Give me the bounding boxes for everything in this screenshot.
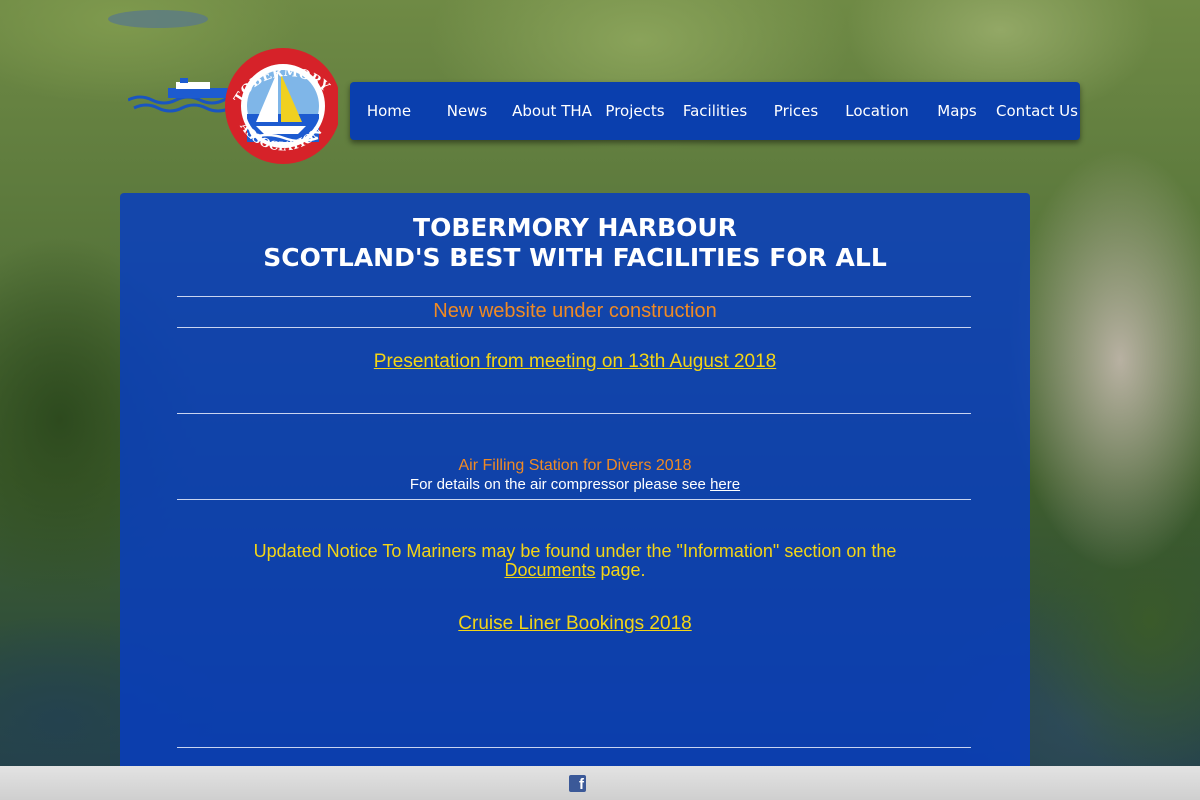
page-title-line-1: TOBERMORY HARBOUR <box>413 213 737 242</box>
mariners-text-1: Updated Notice To Mariners may be found … <box>253 541 897 561</box>
nav-item-contact[interactable]: Contact Us <box>994 102 1080 120</box>
mariners-notice: Updated Notice To Mariners may be found … <box>120 542 1030 580</box>
main-navigation: Home News About THA Projects Facilities … <box>350 82 1080 140</box>
air-station-heading: Air Filling Station for Divers 2018 <box>458 457 692 474</box>
divider <box>177 296 971 297</box>
content-panel: TOBERMORY HARBOUR SCOTLAND'S BEST WITH F… <box>120 193 1030 773</box>
documents-link[interactable]: Documents <box>504 560 595 580</box>
nav-item-prices[interactable]: Prices <box>758 102 834 120</box>
divider <box>177 747 971 748</box>
cruise-bookings-link[interactable]: Cruise Liner Bookings 2018 <box>458 613 691 634</box>
air-details-text: For details on the air compressor please… <box>409 476 711 493</box>
divider <box>177 327 971 328</box>
nav-item-projects[interactable]: Projects <box>598 102 672 120</box>
construction-notice: New website under construction <box>433 300 717 322</box>
footer-bar: f <box>0 766 1200 800</box>
mariners-text-2: page. <box>595 560 646 580</box>
facebook-icon[interactable]: f <box>569 775 586 792</box>
cruise-line: Cruise Liner Bookings 2018 <box>120 613 1030 635</box>
nav-item-maps[interactable]: Maps <box>920 102 994 120</box>
site-logo[interactable]: TOBERMORY HARBOUR ASSOCIATION <box>122 31 341 166</box>
divider <box>177 413 971 414</box>
presentation-link[interactable]: Presentation from meeting on 13th August… <box>374 351 776 372</box>
mariners-line-2: Documents page. <box>120 561 1030 580</box>
nav-item-about[interactable]: About THA <box>506 102 598 120</box>
page-title-line-2: SCOTLAND'S BEST WITH FACILITIES FOR ALL <box>263 243 887 272</box>
page-title: TOBERMORY HARBOUR SCOTLAND'S BEST WITH F… <box>120 213 1030 273</box>
nav-item-home[interactable]: Home <box>350 102 428 120</box>
air-details-line: For details on the air compressor please… <box>120 476 1030 493</box>
nav-item-news[interactable]: News <box>428 102 506 120</box>
logo-badge-icon: TOBERMORY HARBOUR ASSOCIATION <box>122 31 341 164</box>
divider <box>177 499 971 500</box>
nav-item-facilities[interactable]: Facilities <box>672 102 758 120</box>
presentation-line: Presentation from meeting on 13th August… <box>120 351 1030 373</box>
nav-item-location[interactable]: Location <box>834 102 920 120</box>
air-details-link[interactable]: here <box>710 476 740 493</box>
pond <box>108 10 208 28</box>
